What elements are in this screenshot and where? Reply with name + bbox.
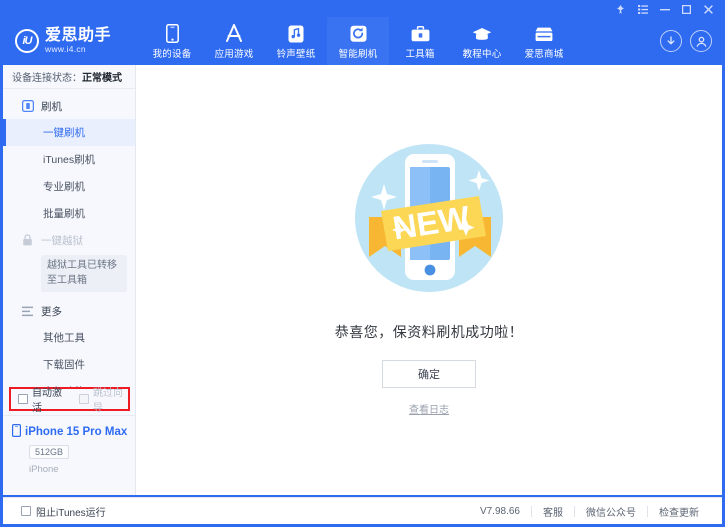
sidebar-group-flash[interactable]: 刷机 — [3, 93, 135, 119]
sidebar-item-label: 批量刷机 — [43, 208, 85, 220]
sidebar-item-batch-flash[interactable]: 批量刷机 — [3, 200, 135, 227]
device-name-row: iPhone 15 Pro Max — [12, 424, 135, 440]
minimize-icon[interactable] — [658, 3, 671, 15]
app-body: 设备连接状态： 正常模式 刷机 一键刷机 iTunes刷机 专业刷机 批量刷机 … — [3, 65, 722, 495]
connection-status-label: 设备连接状态： — [12, 73, 82, 84]
menu-icon[interactable] — [636, 3, 649, 15]
sidebar-item-itunes-flash[interactable]: iTunes刷机 — [3, 146, 135, 173]
close-icon[interactable] — [702, 3, 715, 15]
appstore-icon — [224, 23, 244, 43]
version-label: V7.98.66 — [479, 505, 520, 517]
checkbox-box-icon — [79, 394, 89, 404]
user-account-icon[interactable] — [690, 30, 712, 52]
device-info-card[interactable]: iPhone 15 Pro Max 512GB iPhone — [3, 415, 135, 495]
tab-label: 我的设备 — [152, 48, 192, 60]
app-window: iU 爱思助手 www.i4.cn 我的设备 应用游戏 铃声壁纸 智能刷机 工具… — [0, 0, 725, 527]
jailbreak-tooltip: 越狱工具已转移至工具箱 — [41, 255, 127, 292]
graduation-cap-icon — [472, 23, 492, 43]
device-type: iPhone — [29, 464, 59, 475]
lock-icon — [21, 234, 34, 247]
tab-ringtones-wallpapers[interactable]: 铃声壁纸 — [265, 17, 327, 65]
auto-activate-checkbox[interactable]: 自动激活 — [18, 384, 67, 414]
music-icon — [288, 23, 304, 43]
tab-label: 爱思商城 — [524, 48, 564, 60]
sidebar-group-label: 一键越狱 — [41, 234, 83, 247]
toolbox-icon — [411, 23, 430, 43]
tab-my-device[interactable]: 我的设备 — [141, 17, 203, 65]
block-itunes-checkbox[interactable]: 阻止iTunes运行 — [21, 504, 106, 519]
sidebar-item-label: iTunes刷机 — [43, 154, 96, 166]
sidebar-group-label: 刷机 — [41, 100, 62, 113]
tab-smart-flash[interactable]: 智能刷机 — [327, 17, 389, 65]
tab-label: 铃声壁纸 — [276, 48, 316, 60]
tab-label: 教程中心 — [462, 48, 502, 60]
status-bar-links: V7.98.66 客服 微信公众号 检查更新 — [469, 504, 710, 519]
sidebar-group-more[interactable]: 更多 — [3, 298, 135, 324]
brand-logo: iU 爱思助手 www.i4.cn — [1, 17, 141, 65]
tab-tutorial-center[interactable]: 教程中心 — [451, 17, 513, 65]
sidebar-item-other-tools[interactable]: 其他工具 — [3, 324, 135, 351]
customer-service-link[interactable]: 客服 — [532, 504, 574, 519]
status-bar: 阻止iTunes运行 V7.98.66 客服 微信公众号 检查更新 — [3, 497, 722, 524]
flash-options-highlight: 自动激活 跳过向导 — [9, 384, 130, 414]
maximize-icon[interactable] — [680, 3, 693, 15]
tab-apps-games[interactable]: 应用游戏 — [203, 17, 265, 65]
auto-activate-label: 自动激活 — [32, 388, 62, 414]
device-name: iPhone 15 Pro Max — [25, 426, 128, 438]
wechat-official-link[interactable]: 微信公众号 — [575, 504, 647, 519]
confirm-button[interactable]: 确定 — [382, 360, 476, 388]
skip-wizard-label: 跳过向导 — [93, 388, 123, 414]
sidebar-item-download-firmware[interactable]: 下载固件 — [3, 351, 135, 378]
sidebar: 设备连接状态： 正常模式 刷机 一键刷机 iTunes刷机 专业刷机 批量刷机 … — [3, 65, 136, 495]
connection-status-value: 正常模式 — [82, 73, 122, 84]
sidebar-item-label: 下载固件 — [43, 359, 85, 371]
sidebar-item-label: 一键刷机 — [43, 127, 85, 139]
tab-label: 工具箱 — [405, 48, 435, 60]
sidebar-group-label: 更多 — [41, 305, 62, 318]
nav-right-actions — [660, 17, 724, 65]
refresh-icon — [350, 23, 367, 43]
window-controls-bar — [1, 1, 724, 17]
tab-toolbox[interactable]: 工具箱 — [389, 17, 451, 65]
phone-icon — [165, 23, 179, 43]
tab-store[interactable]: 爱思商城 — [513, 17, 575, 65]
main-content: NEW 恭喜您，保资料刷机成功啦！ 确定 查看日志 — [136, 65, 722, 495]
pin-icon[interactable] — [614, 3, 627, 15]
shop-icon — [534, 23, 554, 43]
sidebar-item-one-key-flash[interactable]: 一键刷机 — [3, 119, 135, 146]
phone-small-icon — [12, 424, 22, 440]
sidebar-item-pro-flash[interactable]: 专业刷机 — [3, 173, 135, 200]
nav-tabs: 我的设备 应用游戏 铃声壁纸 智能刷机 工具箱 教程中心 爱思商城 — [141, 17, 660, 65]
sidebar-item-label: 其他工具 — [43, 332, 85, 344]
sidebar-item-label: 专业刷机 — [43, 181, 85, 193]
device-capacity-badge: 512GB — [29, 445, 70, 459]
flash-device-icon — [21, 100, 34, 113]
success-message: 恭喜您，保资料刷机成功啦！ — [334, 324, 524, 340]
download-icon[interactable] — [660, 30, 682, 52]
checkbox-box-icon — [21, 506, 31, 516]
checkbox-box-icon — [18, 394, 28, 404]
connection-status: 设备连接状态： 正常模式 — [3, 65, 135, 89]
view-log-link[interactable]: 查看日志 — [409, 401, 449, 416]
brand-name: 爱思助手 — [45, 27, 112, 45]
brand-url: www.i4.cn — [45, 43, 86, 54]
top-navigation: iU 爱思助手 www.i4.cn 我的设备 应用游戏 铃声壁纸 智能刷机 工具… — [1, 17, 724, 65]
tab-label: 智能刷机 — [338, 48, 378, 60]
new-phone-badge-illustration: NEW — [355, 144, 503, 292]
list-icon — [21, 305, 34, 318]
sidebar-group-jailbreak: 一键越狱 — [3, 227, 135, 253]
brand-mark-icon: iU — [15, 29, 39, 53]
check-update-link[interactable]: 检查更新 — [648, 504, 710, 519]
tab-label: 应用游戏 — [214, 48, 254, 60]
skip-wizard-checkbox: 跳过向导 — [79, 384, 128, 414]
block-itunes-label: 阻止iTunes运行 — [36, 507, 106, 519]
